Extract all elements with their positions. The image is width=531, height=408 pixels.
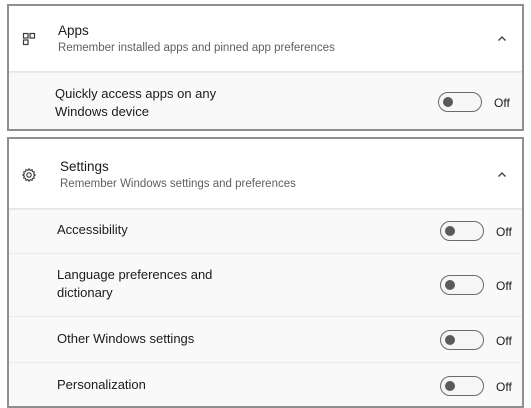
setting-label: Accessibility	[57, 222, 128, 237]
setting-row-accessibility: Accessibility Off	[9, 209, 522, 253]
chevron-up-icon[interactable]	[496, 169, 508, 181]
settings-panel: Settings Remember Windows settings and p…	[7, 137, 524, 408]
toggle-state-label: Off	[496, 279, 512, 293]
setting-row-quick-access-apps: Quickly access apps on any Windows devic…	[9, 72, 522, 129]
apps-grid-icon	[22, 32, 36, 46]
language-preferences-toggle[interactable]	[440, 275, 484, 295]
settings-subtitle: Remember Windows settings and preference…	[60, 178, 296, 190]
toggle-knob	[445, 381, 455, 391]
personalization-toggle[interactable]	[440, 376, 484, 396]
toggle-knob	[445, 335, 455, 345]
toggle-state-label: Off	[496, 380, 512, 394]
toggle-knob	[445, 280, 455, 290]
settings-title: Settings	[60, 159, 109, 174]
apps-title: Apps	[58, 23, 89, 38]
settings-header[interactable]: Settings Remember Windows settings and p…	[9, 139, 522, 209]
toggle-state-label: Off	[494, 96, 510, 110]
toggle-state-label: Off	[496, 334, 512, 348]
apps-header[interactable]: Apps Remember installed apps and pinned …	[9, 6, 522, 72]
apps-subtitle: Remember installed apps and pinned app p…	[58, 42, 335, 54]
gear-icon	[21, 167, 37, 183]
toggle-knob	[443, 97, 453, 107]
apps-panel: Apps Remember installed apps and pinned …	[7, 4, 524, 131]
chevron-up-icon[interactable]	[496, 33, 508, 45]
accessibility-toggle[interactable]	[440, 221, 484, 241]
setting-row-other-windows-settings: Other Windows settings Off	[9, 316, 522, 362]
toggle-knob	[445, 226, 455, 236]
setting-row-language-preferences: Language preferences and dictionary Off	[9, 253, 522, 316]
setting-row-personalization: Personalization Off	[9, 362, 522, 406]
setting-label: Personalization	[57, 377, 146, 392]
setting-label: Quickly access apps on any Windows devic…	[55, 86, 217, 119]
other-windows-settings-toggle[interactable]	[440, 330, 484, 350]
toggle-state-label: Off	[496, 225, 512, 239]
quick-access-apps-toggle[interactable]	[438, 92, 482, 112]
setting-label: Other Windows settings	[57, 331, 195, 346]
setting-label: Language preferences and dictionary	[57, 267, 213, 300]
